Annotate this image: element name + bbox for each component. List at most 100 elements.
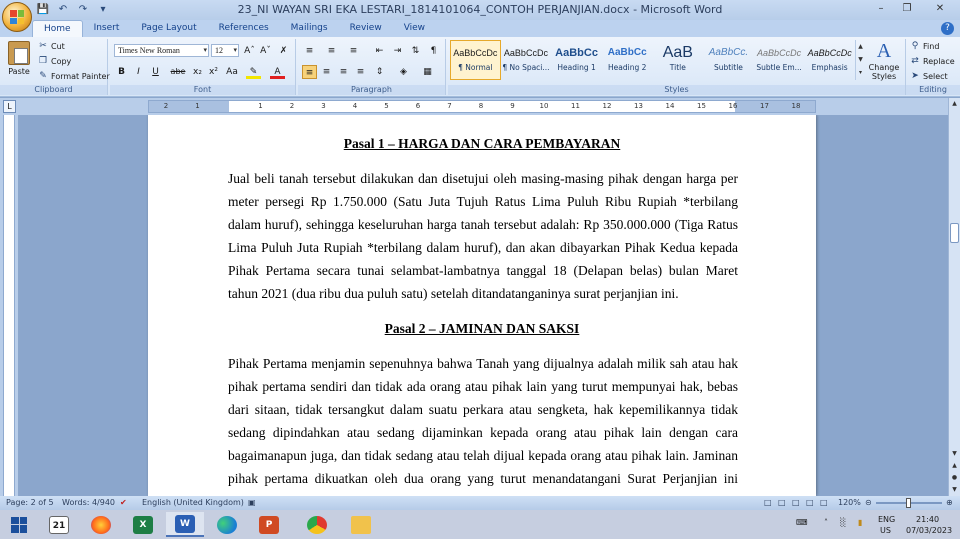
tab-references[interactable]: References [208, 20, 280, 37]
scroll-down-icon[interactable]: ▼ [949, 448, 960, 460]
horizontal-ruler[interactable]: 2 1 1 2 3 4 5 6 7 8 9 10 11 12 13 14 15 16 17 18 [148, 100, 816, 113]
style-no-spacing[interactable]: AaBbCcDc ¶ No Spaci... [501, 40, 552, 80]
help-icon[interactable]: ? [941, 22, 954, 35]
keyboard-icon[interactable]: ⌨ [796, 518, 808, 527]
italic-button[interactable]: I [131, 65, 146, 79]
office-button[interactable] [2, 2, 32, 32]
zoom-out-icon[interactable]: ⊝ [865, 498, 872, 507]
grow-font-button[interactable]: Aˆ [242, 44, 257, 58]
shading-icon[interactable]: ◈ [396, 65, 411, 79]
font-size-combo[interactable]: 12 ▾ [211, 44, 239, 57]
strikethrough-button[interactable]: abe [168, 65, 188, 79]
find-button[interactable]: ⚲ Find [910, 41, 940, 51]
previous-page-icon[interactable]: ▲ [949, 460, 960, 472]
taskbar-calendar[interactable]: 21 [40, 512, 78, 537]
borders-icon[interactable]: ▦ [420, 65, 435, 79]
numbering-icon[interactable]: ≡ [324, 44, 339, 58]
align-center-icon[interactable]: ≡ [319, 65, 334, 79]
increase-indent-icon[interactable]: ⇥ [390, 44, 405, 58]
format-painter-button[interactable]: ✎ Format Painter [38, 71, 110, 81]
next-page-icon[interactable]: ▼ [949, 484, 960, 496]
align-right-icon[interactable]: ≡ [336, 65, 351, 79]
zoom-in-icon[interactable]: ⊕ [946, 498, 953, 507]
shrink-font-button[interactable]: Aˇ [258, 44, 273, 58]
network-icon[interactable]: ░ [840, 518, 846, 527]
tab-review[interactable]: Review [339, 20, 393, 37]
close-button[interactable]: ✕ [920, 0, 960, 18]
word-count[interactable]: Words: 4/940 [62, 498, 115, 507]
browse-object-icon[interactable]: ● [949, 472, 960, 484]
draft-view-icon[interactable]: □ [820, 498, 828, 507]
proofing-icon[interactable]: ✔ [120, 498, 127, 507]
restore-button[interactable]: ❐ [894, 0, 920, 18]
document-page[interactable]: Pasal 1 – HARGA DAN CARA PEMBAYARAN Jual… [148, 115, 816, 496]
bullets-icon[interactable]: ≡ [302, 44, 317, 58]
taskbar-file-explorer[interactable] [342, 512, 380, 537]
scroll-up-icon[interactable]: ▲ [949, 98, 960, 110]
print-layout-view-icon[interactable]: □ [764, 498, 772, 507]
tab-home[interactable]: Home [32, 20, 83, 37]
style-emphasis[interactable]: AaBbCcDc Emphasis [804, 40, 855, 80]
style-subtitle[interactable]: AaBbCc. Subtitle [703, 40, 754, 80]
justify-icon[interactable]: ≡ [353, 65, 368, 79]
select-button[interactable]: ➤ Select [910, 71, 947, 81]
style-heading-2[interactable]: AaBbCc Heading 2 [602, 40, 653, 80]
font-group-label: Font [110, 85, 295, 95]
cut-button[interactable]: ✂ Cut [38, 41, 65, 51]
show-marks-icon[interactable]: ¶ [426, 44, 441, 58]
web-layout-view-icon[interactable]: □ [792, 498, 800, 507]
taskbar-word[interactable]: W [166, 512, 204, 537]
change-styles-button[interactable]: A Change Styles [866, 39, 902, 81]
start-button[interactable] [0, 512, 38, 537]
tab-view[interactable]: View [393, 20, 436, 37]
folder-icon [351, 515, 371, 534]
scroll-thumb[interactable] [950, 223, 959, 243]
taskbar-chrome[interactable] [298, 512, 336, 537]
clock-date[interactable]: 07/03/2023 [906, 526, 952, 535]
tab-selector-icon[interactable]: L [3, 100, 16, 113]
tab-page-layout[interactable]: Page Layout [130, 20, 207, 37]
outline-view-icon[interactable]: □ [806, 498, 814, 507]
show-hidden-icons-icon[interactable]: ˄ [824, 518, 828, 527]
taskbar-excel[interactable]: X [124, 512, 162, 537]
line-spacing-icon[interactable]: ⇕ [372, 65, 387, 79]
copy-button[interactable]: ❐ Copy [38, 56, 71, 66]
styles-gallery-scroll[interactable]: ▲ ▼ ▾ [855, 40, 865, 80]
style-heading-1[interactable]: AaBbCc Heading 1 [551, 40, 602, 80]
zoom-slider-handle[interactable] [906, 498, 911, 508]
vertical-scrollbar[interactable]: ▲ ▼ ▲ ● ▼ [948, 98, 960, 496]
macro-record-icon[interactable]: ▣ [248, 498, 256, 507]
font-name-combo[interactable]: Times New Roman ▾ [114, 44, 209, 57]
decrease-indent-icon[interactable]: ⇤ [372, 44, 387, 58]
superscript-button[interactable]: x² [206, 65, 221, 79]
paste-button[interactable]: Paste [4, 41, 34, 76]
minimize-button[interactable]: – [868, 0, 894, 18]
battery-icon[interactable]: ▮ [858, 518, 862, 527]
tab-insert[interactable]: Insert [83, 20, 131, 37]
clock-time[interactable]: 21:40 [916, 515, 939, 524]
tab-mailings[interactable]: Mailings [280, 20, 339, 37]
zoom-level[interactable]: 120% [838, 498, 861, 507]
highlight-icon[interactable]: ✎ [246, 65, 261, 79]
style-subtle-emphasis[interactable]: AaBbCcDc Subtle Em... [754, 40, 805, 80]
multilevel-list-icon[interactable]: ≡ [346, 44, 361, 58]
clear-formatting-icon[interactable]: ✗ [276, 44, 291, 58]
taskbar-powerpoint[interactable]: P [250, 512, 288, 537]
subscript-button[interactable]: x₂ [190, 65, 205, 79]
language-indicator[interactable]: English (United Kingdom) [142, 498, 244, 507]
page-count[interactable]: Page: 2 of 5 [6, 498, 54, 507]
bold-button[interactable]: B [114, 65, 129, 79]
sort-icon[interactable]: ⇅ [408, 44, 423, 58]
underline-button[interactable]: U [148, 65, 163, 79]
font-color-icon[interactable]: A [270, 65, 285, 79]
align-left-icon[interactable]: ≡ [302, 65, 317, 79]
full-screen-view-icon[interactable]: □ [778, 498, 786, 507]
input-region[interactable]: US [880, 526, 891, 535]
taskbar-edge[interactable] [208, 512, 246, 537]
style-normal[interactable]: AaBbCcDc ¶ Normal [450, 40, 501, 80]
style-title[interactable]: AaB Title [653, 40, 704, 80]
change-case-button[interactable]: Aa [223, 65, 241, 79]
input-language[interactable]: ENG [878, 515, 895, 524]
taskbar-firefox[interactable] [82, 512, 120, 537]
replace-button[interactable]: ⇄ Replace [910, 56, 954, 66]
